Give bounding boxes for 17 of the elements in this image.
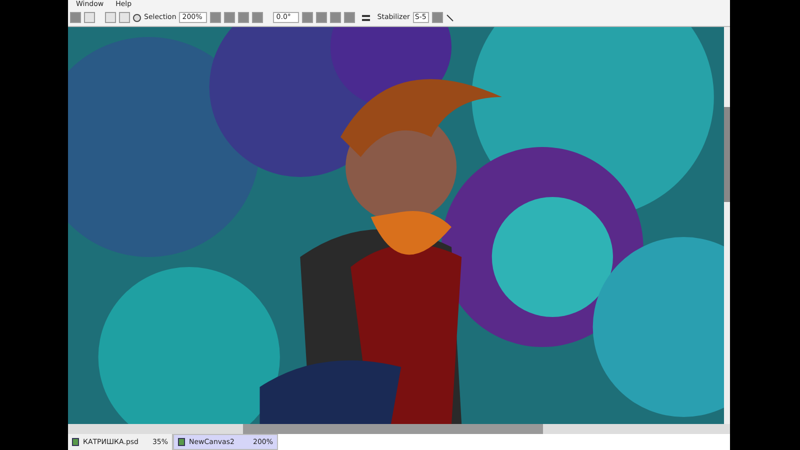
zoom-in-button[interactable] [238,12,250,23]
tool-button[interactable] [105,12,116,23]
tool-button[interactable] [119,12,130,23]
zoom-out-button[interactable] [224,12,236,23]
rotate-right-button[interactable] [330,12,342,23]
zoom-reset-button[interactable] [252,12,264,23]
line-icon[interactable] [446,14,454,22]
rotation-reset-button[interactable] [344,12,356,23]
vertical-scrollbar[interactable] [724,27,730,424]
tool-button[interactable] [84,12,95,23]
zoom-dropdown-button[interactable] [210,12,222,23]
eye-icon [133,14,141,22]
horizontal-scrollbar[interactable] [68,424,730,434]
scroll-thumb[interactable] [243,424,543,434]
rotate-left-button[interactable] [316,12,328,23]
scroll-thumb[interactable] [724,107,730,202]
rotation-dropdown-button[interactable] [302,12,314,23]
